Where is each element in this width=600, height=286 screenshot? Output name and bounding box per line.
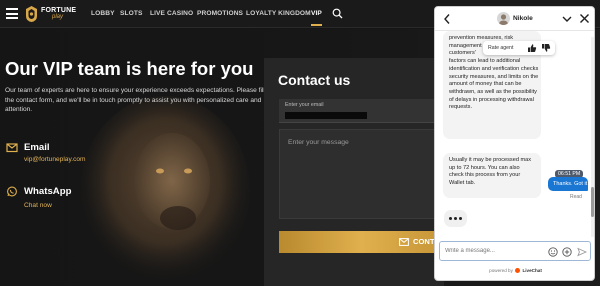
contact-form-title: Contact us	[278, 72, 351, 88]
nav-item-vip[interactable]: VIP	[311, 10, 322, 17]
message-line: security measures, and limits on the	[449, 73, 539, 80]
emoji-icon[interactable]	[548, 247, 558, 257]
nav-item-loyalty-kingdom[interactable]: LOYALTY KINGDOM	[246, 10, 311, 17]
livechat-logo-icon	[515, 268, 521, 273]
hamburger-menu-icon[interactable]	[6, 8, 18, 19]
fortune-play-logo[interactable]: FORTUNE play	[24, 5, 77, 23]
user-message-bubble: Thanks. Got it :)	[548, 177, 592, 191]
chat-message-input[interactable]	[445, 244, 535, 258]
chat-header: Nikole	[435, 7, 594, 31]
message-line: amount of money that can be	[449, 81, 522, 88]
whatsapp-icon	[7, 186, 17, 197]
nav-item-lobby[interactable]: LOBBY	[91, 10, 115, 17]
scrollbar-thumb[interactable]	[591, 187, 594, 217]
email-icon	[6, 143, 18, 153]
powered-by-footer: powered by LiveChat	[435, 268, 594, 273]
whatsapp-chat-link[interactable]: Chat now	[24, 202, 52, 209]
logo-subtext: play	[52, 14, 64, 20]
read-receipt: Read	[570, 194, 582, 200]
page-title: Our VIP team is here for you	[5, 58, 254, 79]
redacted-email-value	[285, 112, 367, 119]
email-field[interactable]: Enter your email	[279, 99, 444, 123]
close-icon[interactable]	[579, 13, 590, 24]
lion-logo-icon	[26, 6, 37, 22]
contact-submit-button[interactable]: CONTACT	[279, 231, 450, 253]
whatsapp-heading: WhatsApp	[24, 186, 72, 197]
rate-agent-popover: Rate agent	[483, 41, 555, 55]
search-icon[interactable]	[332, 8, 343, 19]
livechat-brand[interactable]: LiveChat	[522, 268, 541, 273]
email-heading: Email	[24, 142, 50, 153]
nav-item-promotions[interactable]: PROMOTIONS	[197, 10, 243, 17]
message-line: withdrawn, as well as the possibility	[449, 88, 537, 95]
message-composer	[439, 241, 591, 261]
message-line: of delays in processing withdrawal	[449, 96, 534, 103]
livechat-widget: Nikole prevention measures, risk managem…	[434, 6, 595, 281]
attach-plus-icon[interactable]	[562, 247, 572, 257]
agent-avatar	[497, 12, 510, 25]
lion-background-image	[80, 96, 250, 286]
message-line: identification and verification checks	[449, 65, 539, 72]
thumbs-down-icon[interactable]	[541, 43, 551, 53]
nav-item-live-casino[interactable]: LIVE CASINO	[150, 10, 193, 17]
message-field[interactable]	[279, 129, 444, 219]
thumbs-up-icon[interactable]	[527, 43, 537, 53]
nav-item-slots[interactable]: SLOTS	[120, 10, 142, 17]
rate-agent-label: Rate agent	[488, 45, 514, 51]
typing-indicator	[444, 210, 467, 227]
chevron-left-icon[interactable]	[443, 13, 451, 25]
hero-description: Our team of experts are here to ensure y…	[5, 87, 276, 114]
send-icon[interactable]	[577, 247, 587, 257]
email-field-label: Enter your email	[285, 102, 324, 108]
envelope-icon	[399, 238, 409, 246]
powered-by-text: powered by	[489, 268, 513, 273]
user-message-text: Thanks. Got it :)	[553, 181, 593, 187]
logo-wordmark: FORTUNE	[41, 7, 77, 14]
message-line: requests.	[449, 104, 473, 111]
vip-email-link[interactable]: vip@fortuneplay.com	[24, 156, 86, 163]
chat-scrollbar[interactable]	[591, 37, 594, 237]
message-line: factors can lead to additional	[449, 58, 521, 65]
active-tab-indicator	[311, 24, 322, 26]
agent-name: Nikole	[513, 15, 533, 22]
agent-message-bubble: Usually it may be processed max up to 72…	[443, 153, 541, 198]
minimize-icon[interactable]	[561, 13, 573, 25]
